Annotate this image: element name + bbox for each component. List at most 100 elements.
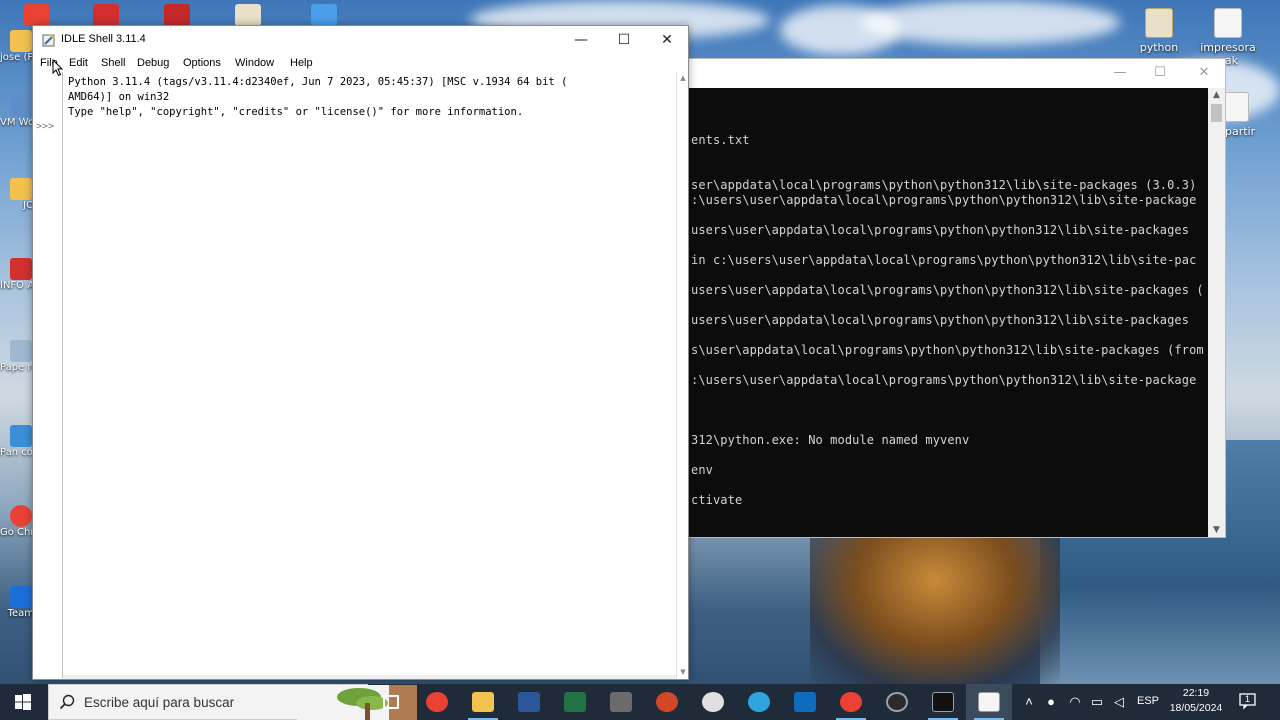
taskbar-chrome-2[interactable] (828, 684, 874, 720)
rock-reflection-decoration (810, 535, 1060, 684)
console-window[interactable]: — ☐ ✕ ents.txt ser\appdata\local\program… (688, 58, 1226, 538)
taskbar-edge[interactable] (736, 684, 782, 720)
taskbar-word[interactable] (506, 684, 552, 720)
taskbar-search-box[interactable]: Escribe aquí para buscar (48, 684, 417, 720)
idle-app-icon (42, 34, 55, 47)
console-line: s\user\appdata\local\programs\python\pyt… (691, 343, 1204, 357)
taskbar-clock[interactable]: 22:19 18/05/2024 (1166, 686, 1226, 716)
menu-bar: File Edit Shell Debug Options Window Hel… (33, 54, 688, 74)
maximize-button[interactable]: ☐ (1145, 63, 1175, 83)
pdf-icon (10, 258, 32, 280)
volume-icon[interactable]: ◁ (1111, 694, 1127, 710)
window-title: IDLE Shell 3.11.4 (61, 33, 146, 45)
console-line: users\user\appdata\local\programs\python… (691, 283, 1204, 297)
taskbar-chrome[interactable] (414, 684, 460, 720)
desktop-icon-pdf[interactable]: INFO ABR (0, 258, 34, 292)
close-button[interactable]: ✕ (645, 26, 689, 54)
scrollbar-thumb[interactable] (1211, 104, 1222, 122)
console-line: env (691, 463, 713, 477)
taskbar-powerpoint[interactable] (644, 684, 690, 720)
desktop-icon-vmware[interactable]: VM Work (0, 95, 34, 129)
menu-edit[interactable]: Edit (69, 57, 88, 69)
start-button[interactable] (0, 684, 46, 720)
idle-icon (978, 692, 1000, 712)
taskbar-paint[interactable] (690, 684, 736, 720)
desktop-icon-user-folder[interactable]: jose (Pers (0, 30, 34, 64)
close-button[interactable]: ✕ (1189, 63, 1219, 83)
console-line: ser\appdata\local\programs\python\python… (691, 178, 1197, 192)
desktop-icon-label: INFO ABR (0, 280, 34, 291)
taskbar-terminal[interactable] (920, 684, 966, 720)
taskbar: Escribe aquí para buscar ˄ ● ◠ ▭ ◁ ESP 2… (0, 684, 1280, 720)
system-tray: ˄ ● ◠ ▭ ◁ ESP (1018, 684, 1159, 720)
file-explorer-icon (472, 692, 494, 712)
minimize-button[interactable]: — (1105, 63, 1135, 83)
console-scrollbar[interactable]: ▲ ▼ (1208, 88, 1225, 537)
microphone-icon[interactable]: ● (1043, 694, 1059, 710)
taskbar-idle[interactable] (966, 684, 1012, 720)
python-file-icon (1145, 8, 1173, 38)
console-line: users\user\appdata\local\programs\python… (691, 223, 1190, 237)
edge-icon (748, 692, 770, 712)
desktop-icon-label: partir (1225, 125, 1256, 138)
task-view-icon (383, 695, 399, 709)
console-line: ents.txt (691, 133, 750, 147)
scroll-down-icon[interactable]: ▼ (1208, 523, 1225, 537)
vmware-icon (10, 95, 32, 117)
scroll-up-icon[interactable]: ▲ (677, 74, 689, 82)
idle-titlebar[interactable]: IDLE Shell 3.11.4 — ☐ ✕ (33, 26, 688, 54)
wifi-icon[interactable]: ◠ (1067, 694, 1083, 710)
chrome-icon (10, 505, 32, 527)
console-line: in c:\users\user\appdata\local\programs\… (691, 253, 1197, 267)
menu-options[interactable]: Options (183, 57, 221, 69)
console-line: :\users\user\appdata\local\programs\pyth… (691, 373, 1197, 387)
word-icon (518, 692, 540, 712)
chrome-icon[interactable] (24, 4, 50, 26)
menu-shell[interactable]: Shell (101, 57, 125, 69)
menu-debug[interactable]: Debug (137, 57, 169, 69)
battery-icon[interactable]: ▭ (1089, 694, 1105, 710)
menu-help[interactable]: Help (290, 57, 313, 69)
desktop-icon-teamviewer[interactable]: Team (0, 586, 34, 620)
desktop-icon-label: Team (7, 608, 34, 619)
desktop-icon-label: Pape reci (0, 362, 34, 373)
pdf-icon[interactable] (164, 4, 190, 26)
desktop-icon-label: python (1139, 41, 1179, 54)
console-line: ctivate (691, 493, 743, 507)
notification-count: 1 (1245, 694, 1251, 704)
desktop-icon-python[interactable]: python (1124, 8, 1194, 54)
language-indicator[interactable]: ESP (1137, 695, 1159, 707)
taskbar-outlook[interactable] (782, 684, 828, 720)
notification-center-button[interactable]: 1 (1238, 692, 1258, 710)
desktop-icon-folder[interactable]: JO (0, 178, 34, 212)
document-icon[interactable] (235, 4, 261, 26)
menu-window[interactable]: Window (235, 57, 274, 69)
cloud-decoration (860, 0, 1120, 45)
taskbar-excel[interactable] (552, 684, 598, 720)
console-line: users\user\appdata\local\programs\python… (691, 313, 1190, 327)
desktop-icon-recycle-bin[interactable]: Pape reci (0, 340, 34, 374)
taskbar-obs[interactable] (874, 684, 920, 720)
pdf-icon[interactable] (93, 4, 119, 26)
idle-shell-window[interactable]: IDLE Shell 3.11.4 — ☐ ✕ File Edit Shell … (32, 25, 689, 680)
desktop-icon-label: Go Chr (0, 527, 34, 538)
folder-icon[interactable] (311, 4, 337, 26)
desktop-icon-chrome[interactable]: Go Chr (0, 505, 34, 539)
desktop-icon-label: Pan con (0, 447, 34, 458)
shell-output[interactable]: Python 3.11.4 (tags/v3.11.4:d2340ef, Jun… (68, 75, 668, 120)
desktop-icon-label: jose (Pers (0, 52, 34, 63)
taskbar-calculator[interactable] (598, 684, 644, 720)
task-view-button[interactable] (368, 684, 414, 720)
maximize-button[interactable]: ☐ (602, 26, 646, 54)
search-icon (59, 694, 75, 710)
desktop-icon-control-panel[interactable]: Pan con (0, 425, 34, 459)
console-titlebar[interactable]: — ☐ ✕ (689, 59, 1225, 87)
chevron-up-icon[interactable]: ˄ (1021, 694, 1037, 710)
shell-scrollbar[interactable]: ▲ ▼ (676, 72, 688, 678)
taskbar-file-explorer[interactable] (460, 684, 506, 720)
scroll-down-icon[interactable]: ▼ (677, 668, 689, 676)
scroll-up-icon[interactable]: ▲ (1208, 88, 1225, 102)
minimize-button[interactable]: — (559, 26, 603, 54)
excel-icon (564, 692, 586, 712)
console-output[interactable]: ents.txt ser\appdata\local\programs\pyth… (689, 88, 1209, 537)
